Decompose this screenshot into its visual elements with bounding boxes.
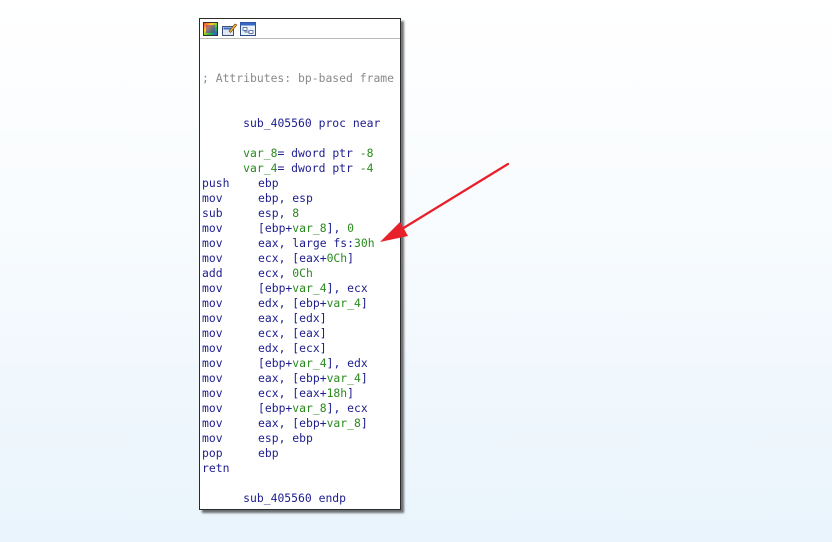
instruction-line[interactable]: mov eax, [ebp+var_4]: [202, 371, 368, 386]
variable-ref[interactable]: var_4: [292, 281, 326, 295]
numeric-operand: 18h: [326, 386, 348, 400]
mnemonic: mov: [202, 431, 223, 445]
instruction-line[interactable]: mov [ebp+var_8], 0: [202, 221, 354, 236]
var-name[interactable]: var_4: [243, 161, 277, 175]
instruction-line[interactable]: mov edx, [ecx]: [202, 341, 327, 356]
numeric-operand: 30h: [354, 236, 375, 250]
operand: ebp: [258, 176, 279, 190]
mnemonic: mov: [202, 296, 223, 310]
mnemonic: add: [202, 266, 223, 280]
operand: ecx, [eax]: [258, 326, 327, 340]
mnemonic: sub: [202, 206, 223, 220]
mnemonic: mov: [202, 356, 223, 370]
numeric-operand: 8: [292, 206, 300, 220]
operand: [ebp+: [258, 356, 293, 370]
operand: ecx, [eax+: [258, 386, 327, 400]
instruction-line[interactable]: mov ecx, [eax]: [202, 326, 327, 341]
instruction-line[interactable]: add ecx, 0Ch: [202, 266, 313, 281]
proc-keyword: proc near: [318, 116, 381, 130]
var-line[interactable]: var_8= dword ptr -8: [202, 131, 373, 160]
instruction-line[interactable]: mov eax, [ebp+var_8]: [202, 416, 368, 431]
variable-ref[interactable]: var_4: [292, 356, 326, 370]
proc-name[interactable]: sub_405560: [243, 491, 312, 505]
var-line[interactable]: var_4= dword ptr -4: [202, 146, 373, 175]
operand: eax, [edx]: [258, 311, 327, 325]
operand: edx, [ecx]: [258, 341, 327, 355]
comment-line: ; Attributes: bp-based frame: [202, 71, 395, 85]
variable-ref[interactable]: var_4: [327, 296, 361, 310]
numeric-operand: 0: [347, 221, 355, 235]
mnemonic: mov: [202, 191, 223, 205]
disassembly-listing[interactable]: ; Attributes: bp-based frame sub_405560 …: [202, 19, 400, 509]
variable-ref[interactable]: var_8: [327, 416, 361, 430]
operand: eax, large fs:: [258, 236, 355, 250]
instruction-line[interactable]: mov [ebp+var_8], ecx: [202, 401, 368, 416]
mnemonic: mov: [202, 326, 223, 340]
operand: ], ecx: [326, 281, 368, 295]
operand: esp, ebp: [258, 431, 313, 445]
operand: ebp: [258, 446, 279, 460]
annotation-arrow: [380, 162, 510, 242]
instruction-line[interactable]: retn: [202, 461, 258, 476]
operand: ]: [360, 371, 368, 385]
instruction-line[interactable]: mov ebp, esp: [202, 191, 313, 206]
operand: ]: [360, 416, 368, 430]
operand: ]: [360, 296, 368, 310]
mnemonic: mov: [202, 236, 223, 250]
operand: eax, [ebp+: [258, 416, 327, 430]
instruction-line[interactable]: mov ecx, [eax+18h]: [202, 386, 354, 401]
instruction-line[interactable]: push ebp: [202, 176, 279, 191]
operand: [ebp+: [258, 221, 293, 235]
mnemonic: mov: [202, 386, 223, 400]
operand: ],: [326, 221, 348, 235]
instruction-line[interactable]: mov ecx, [eax+0Ch]: [202, 251, 354, 266]
operand: ], ecx: [326, 401, 368, 415]
operand: ]: [347, 251, 355, 265]
proc-header[interactable]: sub_405560 proc near: [202, 101, 380, 130]
var-offset: -4: [359, 161, 374, 175]
operand: ecx,: [258, 266, 293, 280]
numeric-operand: 0Ch: [326, 251, 348, 265]
mnemonic: mov: [202, 221, 223, 235]
mnemonic: mov: [202, 401, 223, 415]
operand: [ebp+: [258, 281, 293, 295]
mnemonic: mov: [202, 371, 223, 385]
instruction-line[interactable]: mov esp, ebp: [202, 431, 313, 446]
mnemonic: mov: [202, 281, 223, 295]
mnemonic: mov: [202, 311, 223, 325]
operand: eax, [ebp+: [258, 371, 327, 385]
instruction-line[interactable]: mov [ebp+var_4], ecx: [202, 281, 368, 296]
numeric-operand: 0Ch: [292, 266, 313, 280]
mnemonic: pop: [202, 446, 223, 460]
mnemonic: push: [202, 176, 230, 190]
graph-node[interactable]: ; Attributes: bp-based frame sub_405560 …: [199, 18, 401, 510]
var-type: = dword ptr: [277, 161, 360, 175]
mnemonic: mov: [202, 341, 223, 355]
operand: edx, [ebp+: [258, 296, 327, 310]
mnemonic: mov: [202, 251, 223, 265]
instruction-line[interactable]: pop ebp: [202, 446, 279, 461]
end-keyword: endp: [318, 491, 347, 505]
operand: ], edx: [326, 356, 368, 370]
instruction-line[interactable]: mov edx, [ebp+var_4]: [202, 296, 368, 311]
operand: ebp, esp: [258, 191, 313, 205]
mnemonic: mov: [202, 416, 223, 430]
operand: ]: [347, 386, 355, 400]
proc-footer[interactable]: sub_405560 endp: [202, 476, 346, 505]
instruction-line[interactable]: mov [ebp+var_4], edx: [202, 356, 368, 371]
instruction-line[interactable]: sub esp, 8: [202, 206, 299, 221]
operand: esp,: [258, 206, 293, 220]
instruction-line[interactable]: mov eax, [edx]: [202, 311, 327, 326]
proc-name[interactable]: sub_405560: [243, 116, 312, 130]
mnemonic: retn: [202, 461, 230, 475]
instruction-line[interactable]: mov eax, large fs:30h: [202, 236, 375, 251]
variable-ref[interactable]: var_4: [327, 371, 361, 385]
operand: [ebp+: [258, 401, 293, 415]
operand: ecx, [eax+: [258, 251, 327, 265]
variable-ref[interactable]: var_8: [292, 221, 326, 235]
variable-ref[interactable]: var_8: [292, 401, 326, 415]
